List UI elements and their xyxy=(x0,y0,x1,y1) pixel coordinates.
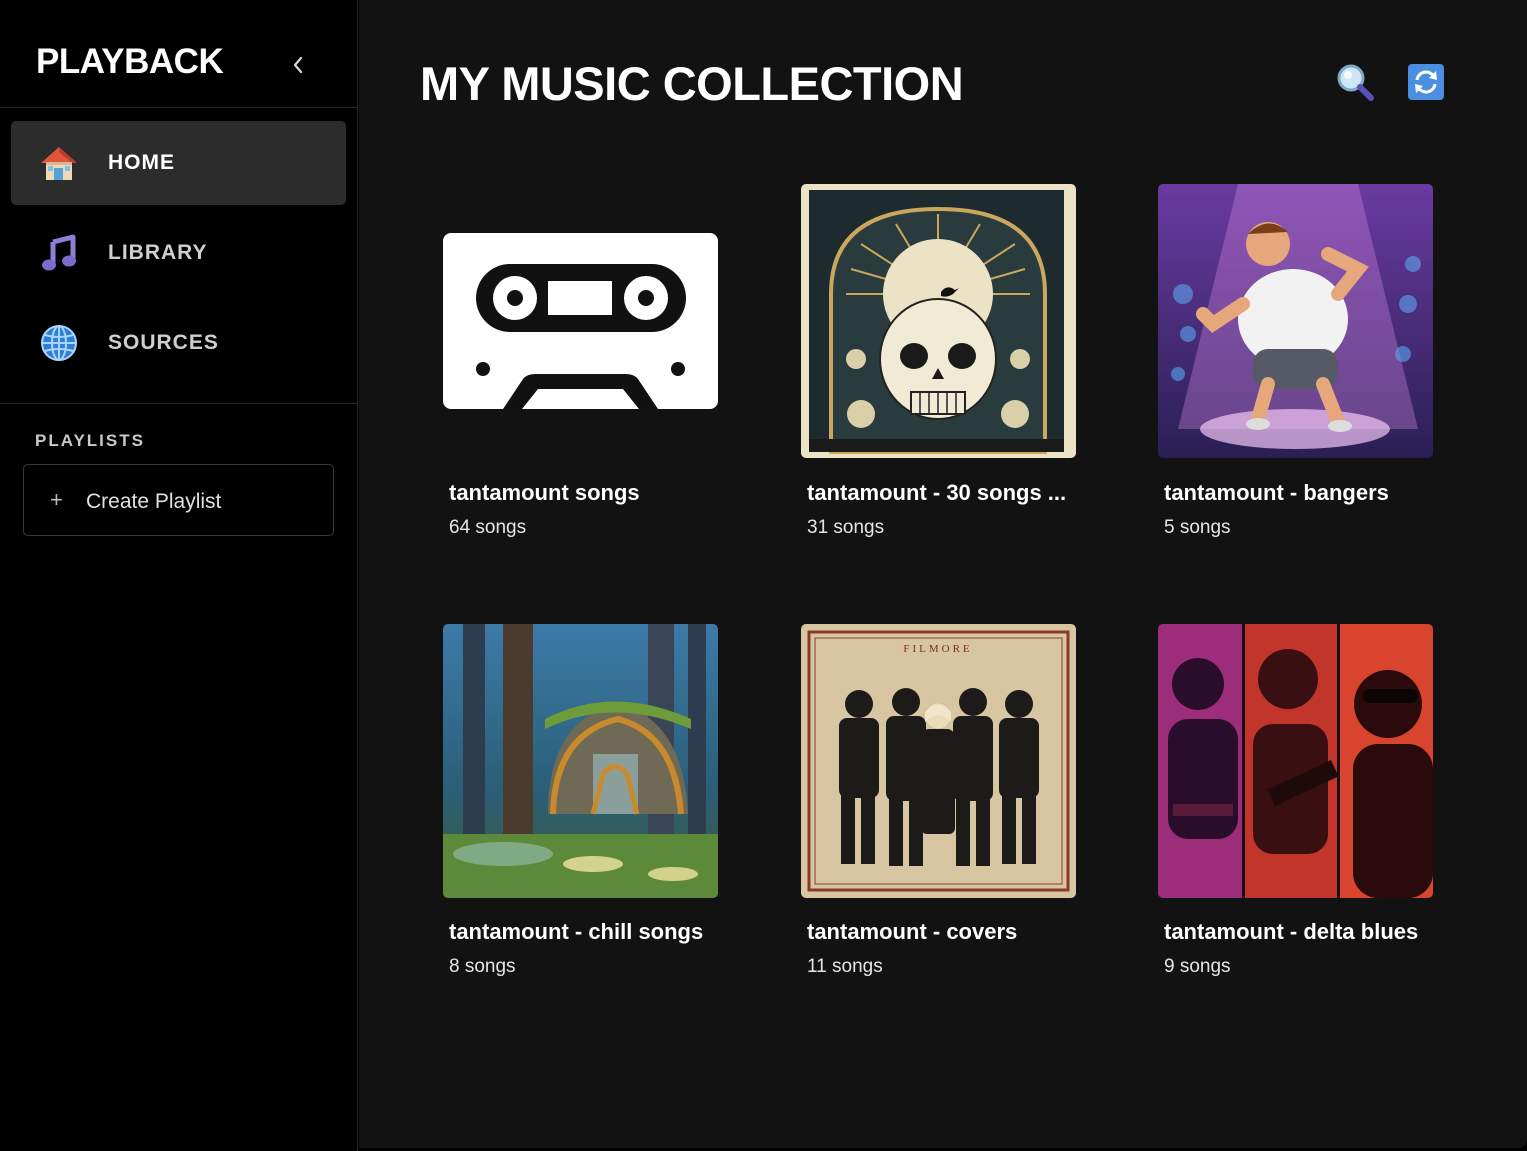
card-subtitle: 11 songs xyxy=(807,956,883,977)
globe-icon xyxy=(41,325,77,361)
house-icon xyxy=(41,147,77,180)
forest-house-art xyxy=(443,624,718,898)
card-title: tantamount - 30 songs ... xyxy=(807,480,1067,505)
sidebar-divider xyxy=(0,403,358,404)
cassette-tape-art xyxy=(443,184,718,458)
card-subtitle: 9 songs xyxy=(1164,956,1231,977)
dancing-man-art xyxy=(1158,184,1433,458)
refresh-button[interactable] xyxy=(1406,62,1446,102)
card-title: tantamount - bangers xyxy=(1164,480,1389,505)
card-subtitle: 64 songs xyxy=(449,517,527,538)
skull-poster-art xyxy=(801,184,1076,458)
brand-logo: PLAYBACK xyxy=(36,42,224,81)
band-photo-art: FILMORE xyxy=(801,624,1076,898)
main-content: MY MUSIC COLLECTION tantamount songs 64 … xyxy=(359,0,1527,1148)
page-title: MY MUSIC COLLECTION xyxy=(420,57,964,110)
card-title: tantamount - delta blues xyxy=(1164,919,1419,944)
playlists-section-title: PLAYLISTS xyxy=(35,431,145,450)
chevron-left-icon xyxy=(293,56,303,74)
create-playlist-button[interactable]: + Create Playlist xyxy=(23,464,334,536)
create-playlist-label: Create Playlist xyxy=(86,490,222,513)
magnifier-icon xyxy=(1337,64,1374,101)
nav-label-sources: SOURCES xyxy=(108,331,219,354)
nav-item-home[interactable]: HOME xyxy=(11,121,346,205)
collapse-sidebar-button[interactable] xyxy=(284,50,312,80)
blues-musicians-art xyxy=(1158,624,1433,898)
nav-item-sources[interactable]: SOURCES xyxy=(11,301,346,385)
music-note-icon xyxy=(42,234,76,271)
card-title: tantamount - covers xyxy=(807,919,1018,944)
card-subtitle: 31 songs xyxy=(807,517,885,538)
card-title: tantamount songs xyxy=(449,480,640,505)
search-button[interactable] xyxy=(1335,62,1375,102)
nav-label-home: HOME xyxy=(108,151,175,174)
refresh-icon xyxy=(1408,64,1444,100)
nav-item-library[interactable]: LIBRARY xyxy=(11,211,346,295)
nav-label-library: LIBRARY xyxy=(108,241,208,264)
brand-row: PLAYBACK xyxy=(0,0,358,108)
band-art-text: FILMORE xyxy=(903,643,972,655)
card-subtitle: 5 songs xyxy=(1164,517,1231,538)
plus-icon: + xyxy=(50,487,63,512)
app-window: PLAYBACK HOME LIBRARY SOURCES PLAYLISTS … xyxy=(0,0,1527,1151)
sidebar: PLAYBACK HOME LIBRARY SOURCES PLAYLISTS … xyxy=(0,0,358,1151)
card-subtitle: 8 songs xyxy=(449,956,516,977)
card-title: tantamount - chill songs xyxy=(449,919,704,944)
